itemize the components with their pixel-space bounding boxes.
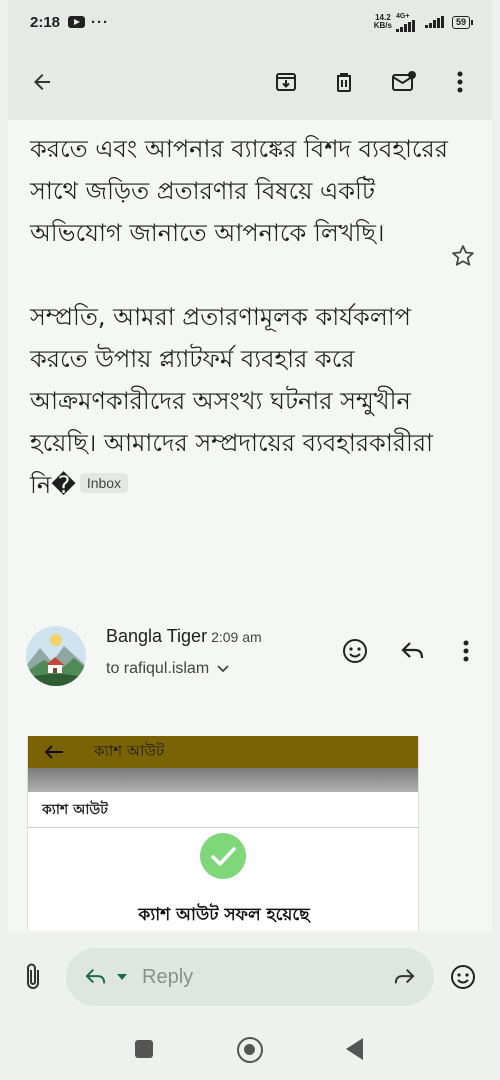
sender-name: Bangla Tiger (106, 626, 208, 646)
mark-unread-icon[interactable] (388, 66, 420, 98)
star-icon[interactable] (450, 243, 476, 269)
network-type: 4G+ (395, 12, 410, 20)
sender-avatar[interactable] (26, 626, 86, 686)
message-paragraph-1: করতে এবং আপনার ব্যাঙ্কের বিশদ ব্যবহারের … (30, 135, 448, 247)
reply-options-dropdown-icon[interactable] (116, 973, 128, 981)
back-triangle-icon[interactable] (346, 1038, 363, 1060)
reply-arrow-icon (85, 969, 106, 984)
delete-icon[interactable] (328, 66, 360, 98)
attach-icon[interactable] (22, 962, 46, 996)
reply-icon[interactable] (398, 636, 428, 666)
attachment-image[interactable]: ক্যাশ আউট ক্যাশ আউট ক্যাশ আউট সফল হয়েছে (27, 736, 419, 930)
message-body: করতে এবং আপনার ব্যাঙ্কের বিশদ ব্যবহারের … (30, 128, 450, 506)
more-vertical-icon[interactable] (444, 66, 476, 98)
status-right: 14.2 KB/s 4G+ 59 (374, 12, 474, 32)
archive-icon[interactable] (270, 66, 302, 98)
top-app-bar (8, 44, 492, 120)
gmail-screen: 2:18 ··· 14.2 KB/s 4G+ 59 করতে এবং আপনার… (8, 0, 492, 1080)
network-speed: 14.2 KB/s (374, 14, 392, 30)
embed-app-bar: ক্যাশ আউট (28, 736, 418, 768)
message-paragraph-2: সম্প্রতি, আমরা প্রতারণামূলক কার্যকলাপ কর… (30, 296, 450, 506)
message-paragraph-2-text: সম্প্রতি, আমরা প্রতারণামূলক কার্যকলাপ কর… (30, 303, 434, 499)
status-bar: 2:18 ··· 14.2 KB/s 4G+ 59 (8, 0, 492, 44)
inbox-label-chip[interactable]: Inbox (79, 473, 129, 493)
status-time: 2:18 (30, 13, 61, 31)
sender-name-line: Bangla Tiger 2:09 am (106, 626, 262, 647)
signal-1: 4G+ (395, 12, 415, 32)
recents-square-icon[interactable] (135, 1040, 153, 1058)
embed-success-text: ক্যাশ আউট সফল হয়েছে (138, 905, 310, 925)
recipient-text: to rafiqul.islam (106, 660, 210, 677)
forward-icon[interactable] (392, 967, 416, 987)
chevron-down-icon (217, 665, 229, 673)
network-speed-unit: KB/s (373, 21, 392, 30)
system-navigation-bar (8, 1022, 492, 1080)
reply-bar: Reply (8, 932, 492, 1022)
home-circle-icon[interactable] (237, 1037, 263, 1063)
battery-icon: 59 (451, 15, 474, 29)
embed-back-arrow-icon (44, 745, 63, 759)
signal-bars-2-icon (424, 16, 444, 28)
message-time: 2:09 am (211, 629, 262, 645)
add-reaction-icon[interactable] (340, 636, 370, 666)
recipient-details[interactable]: to rafiqul.islam (106, 660, 229, 678)
reply-label: Reply (142, 965, 194, 988)
success-check-icon (200, 833, 246, 879)
embed-bar-title: ক্যাশ আউট (94, 741, 165, 760)
signal-bars-icon (395, 19, 415, 32)
back-arrow-icon[interactable] (26, 66, 58, 98)
message-more-icon[interactable] (451, 636, 481, 666)
embed-shadow (28, 768, 418, 792)
embed-header: ক্যাশ আউট (28, 792, 418, 828)
youtube-notification-icon (68, 16, 86, 28)
more-notifications-icon: ··· (91, 13, 110, 31)
reply-field[interactable]: Reply (66, 948, 434, 1006)
emoji-icon[interactable] (450, 964, 476, 994)
